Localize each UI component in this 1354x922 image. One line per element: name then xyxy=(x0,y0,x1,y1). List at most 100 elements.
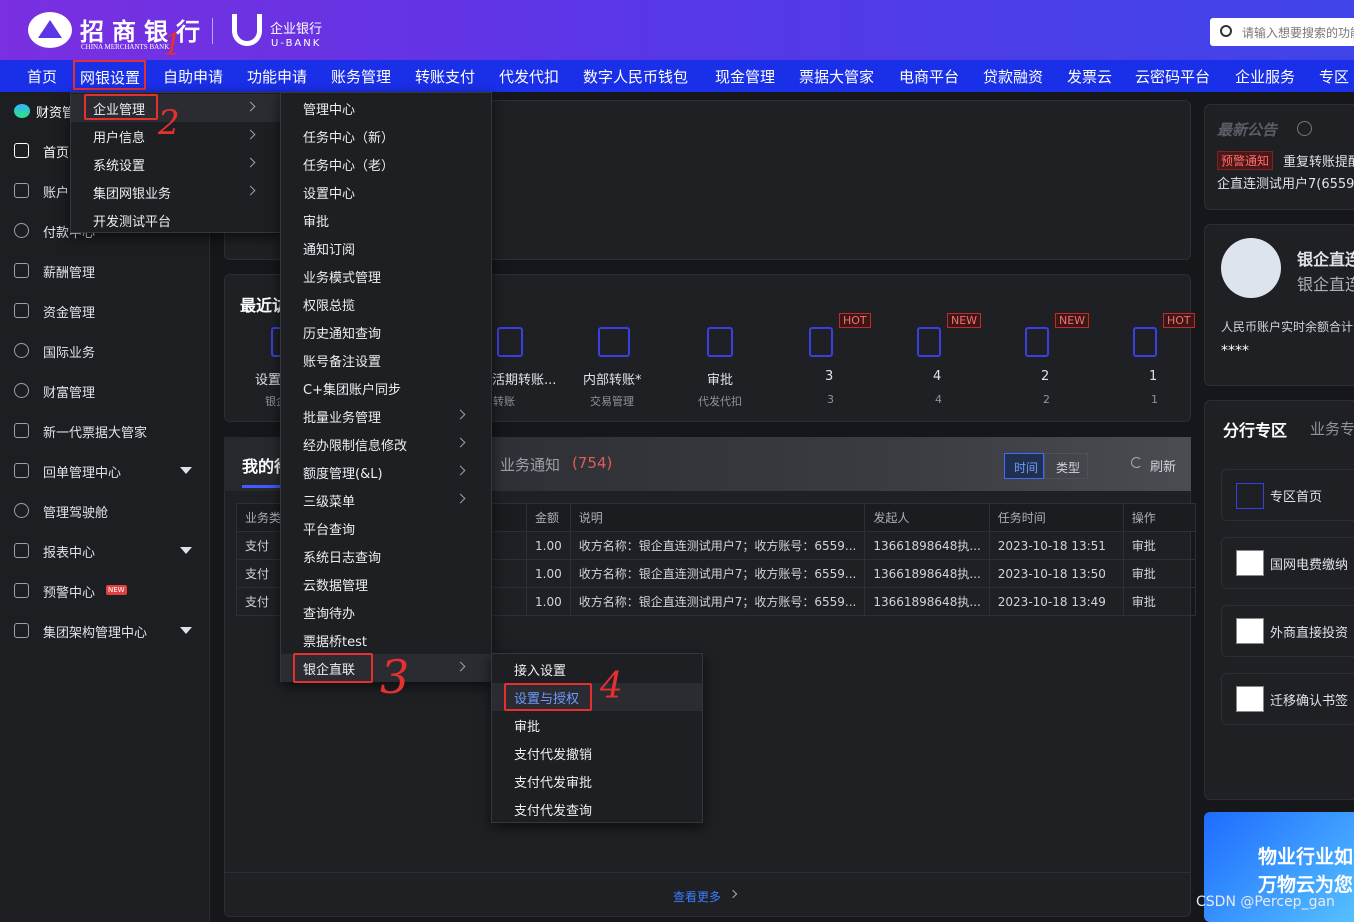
menu3-item[interactable]: 审批 xyxy=(492,711,702,739)
nav-item-cash[interactable]: 现金管理 xyxy=(715,66,775,87)
menu3-item[interactable]: 支付代发查询 xyxy=(492,795,702,823)
sidebar-item-reports[interactable]: 报表中心 xyxy=(0,533,210,569)
zone-item[interactable]: 迁移确认书签 xyxy=(1221,673,1354,725)
nav-item-invoice[interactable]: 发票云 xyxy=(1067,66,1112,87)
shortcut-sublabel: 交易管理 xyxy=(590,395,634,408)
menu2-item[interactable]: 额度管理(&L) xyxy=(281,458,491,486)
shortcut-item[interactable]: HOT 3 3 xyxy=(809,313,879,413)
nav-item-loans[interactable]: 贷款融资 xyxy=(983,66,1043,87)
nav-item-transfer[interactable]: 转账支付 xyxy=(415,66,475,87)
menu2-item[interactable]: 审批 xyxy=(281,206,491,234)
user-money-icon xyxy=(809,327,833,357)
menu-item-system-settings[interactable]: 系统设置 xyxy=(71,150,281,178)
announce-line2[interactable]: 企直连测试用户7(6559 xyxy=(1217,173,1354,192)
menu2-item[interactable]: 三级菜单 xyxy=(281,486,491,514)
shortcut-item[interactable]: 内部转账* 交易管理 xyxy=(580,323,670,413)
shortcut-item[interactable]: HOT 1 1 xyxy=(1133,313,1195,413)
sort-type-button[interactable]: 类型 xyxy=(1044,453,1088,479)
nav-item-zone[interactable]: 专区 xyxy=(1319,66,1349,87)
menu2-item[interactable]: 通知订阅 xyxy=(281,234,491,262)
menu2-item[interactable]: 查询待办 xyxy=(281,598,491,626)
shortcut-sublabel: 4 xyxy=(935,393,942,406)
main-nav: 首页 网银设置 自助申请 功能申请 账务管理 转账支付 代发代扣 数字人民币钱包… xyxy=(0,60,1354,92)
tab-business[interactable]: 业务专区 xyxy=(1310,418,1354,439)
menu2-item[interactable]: 管理中心 xyxy=(281,94,491,122)
nav-item-home[interactable]: 首页 xyxy=(27,66,57,87)
menu2-item[interactable]: 设置中心 xyxy=(281,178,491,206)
menu3-item[interactable]: 接入设置 xyxy=(492,655,702,683)
nav-item-payroll[interactable]: 代发代扣 xyxy=(499,66,559,87)
menu2-item[interactable]: 经办限制信息修改 xyxy=(281,430,491,458)
refresh-button[interactable]: 刷新 xyxy=(1150,456,1176,475)
menu-item-label: 支付代发查询 xyxy=(514,804,593,819)
menu2-item[interactable]: 系统日志查询 xyxy=(281,542,491,570)
approve-link[interactable]: 审批 xyxy=(1122,587,1196,616)
zone-item[interactable]: 专区首页 xyxy=(1221,469,1354,521)
transfer-icon xyxy=(497,327,523,357)
sidebar-item-cockpit[interactable]: 管理驾驶舱 xyxy=(0,493,210,529)
sidebar-item-funds[interactable]: 资金管理 xyxy=(0,293,210,329)
refresh-icon[interactable] xyxy=(1131,457,1142,468)
nav-item-services[interactable]: 企业服务 xyxy=(1235,66,1295,87)
sidebar-item-bills[interactable]: 新一代票据大管家 xyxy=(0,413,210,449)
menu2-item[interactable]: 批量业务管理 xyxy=(281,402,491,430)
shortcut-item[interactable]: NEW 2 2 xyxy=(1025,313,1095,413)
menu2-item[interactable]: 任务中心（老） xyxy=(281,150,491,178)
sidebar-item-receipts[interactable]: 回单管理中心 xyxy=(0,453,210,489)
menu-item-label: 历史通知查询 xyxy=(303,327,382,342)
zone-item[interactable]: 外商直接投资 xyxy=(1221,605,1354,657)
menu3-item[interactable]: 支付代发撤销 xyxy=(492,739,702,767)
account-icon xyxy=(14,183,29,198)
help-icon[interactable] xyxy=(1297,121,1312,136)
notice-tab[interactable]: 业务通知 xyxy=(500,454,560,475)
zone-item[interactable]: 国网电费缴纳 xyxy=(1221,537,1354,589)
nav-item-accounts[interactable]: 账务管理 xyxy=(331,66,391,87)
menu-item-label: 任务中心（老） xyxy=(303,159,395,174)
broken-image-icon xyxy=(1236,618,1264,644)
user-money-icon xyxy=(917,327,941,357)
tab-branch[interactable]: 分行专区 xyxy=(1223,417,1287,441)
wealth-icon xyxy=(14,383,29,398)
nav-item-function-apply[interactable]: 功能申请 xyxy=(247,66,307,87)
zone-item-label: 专区首页 xyxy=(1270,490,1323,505)
zone-item-label: 外商直接投资 xyxy=(1270,626,1349,641)
shortcut-item[interactable]: 审批 代发代扣 xyxy=(695,323,755,413)
announce-text[interactable]: 重复转账提醒 xyxy=(1283,151,1354,170)
shortcut-item[interactable]: NEW 4 4 xyxy=(917,313,987,413)
menu-item-label: 开发测试平台 xyxy=(93,215,172,230)
sidebar-item-wealth[interactable]: 财富管理 xyxy=(0,373,210,409)
nav-item-crypto[interactable]: 云密码平台 xyxy=(1135,66,1210,87)
menu-item-dev-test[interactable]: 开发测试平台 xyxy=(71,206,281,234)
menu2-item[interactable]: 云数据管理 xyxy=(281,570,491,598)
menu2-item[interactable]: 业务模式管理 xyxy=(281,262,491,290)
nav-item-bills[interactable]: 票据大管家 xyxy=(799,66,874,87)
search-input[interactable]: 请输入想要搜索的功能 xyxy=(1210,18,1354,46)
shortcut-item[interactable]: 活期转账... 转账 xyxy=(487,323,557,413)
nav-item-ecny[interactable]: 数字人民币钱包 xyxy=(583,66,688,87)
annotation-number: 2 xyxy=(158,103,180,143)
nav-item-ebank-settings[interactable]: 网银设置 xyxy=(73,60,147,90)
menu2-item[interactable]: 账号备注设置 xyxy=(281,346,491,374)
banner-line2: 万物云为您 xyxy=(1258,874,1354,896)
salary-icon xyxy=(14,263,29,278)
approve-link[interactable]: 审批 xyxy=(1122,531,1196,560)
nav-item-self-apply[interactable]: 自助申请 xyxy=(163,66,223,87)
sidebar-item-group[interactable]: 集团架构管理中心 xyxy=(0,613,210,649)
sidebar-item-alerts[interactable]: 预警中心 NEW xyxy=(0,573,210,609)
menu2-item[interactable]: 任务中心（新） xyxy=(281,122,491,150)
nav-item-ecommerce[interactable]: 电商平台 xyxy=(899,66,959,87)
menu-item-group-ebank[interactable]: 集团网银业务 xyxy=(71,178,281,206)
sidebar-item-label: 新一代票据大管家 xyxy=(43,426,148,441)
menu2-item[interactable]: 权限总揽 xyxy=(281,290,491,318)
sidebar-item-salary[interactable]: 薪酬管理 xyxy=(0,253,210,289)
sidebar-item-international[interactable]: 国际业务 xyxy=(0,333,210,369)
menu2-item[interactable]: C+集团账户同步 xyxy=(281,374,491,402)
report-icon xyxy=(14,543,29,558)
sort-time-button[interactable]: 时间 xyxy=(1004,453,1044,479)
menu2-item[interactable]: 平台查询 xyxy=(281,514,491,542)
menu3-item[interactable]: 支付代发审批 xyxy=(492,767,702,795)
more-link[interactable]: 查看更多 xyxy=(673,888,721,905)
col-header: 任务时间 xyxy=(988,503,1124,532)
approve-link[interactable]: 审批 xyxy=(1122,559,1196,588)
menu2-item[interactable]: 历史通知查询 xyxy=(281,318,491,346)
